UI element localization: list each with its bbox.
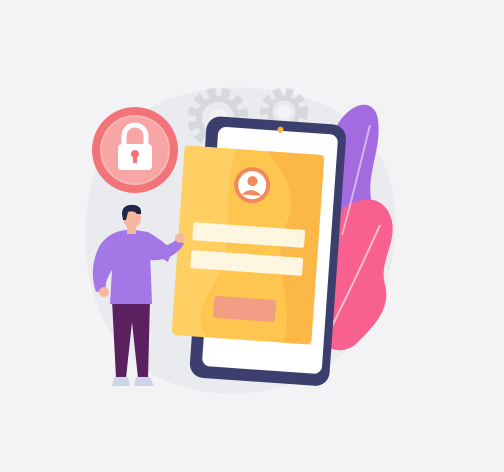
login-card [171,145,325,345]
person-shoe-left [112,377,130,386]
person-hand-raised [175,233,185,243]
login-security-illustration [85,87,396,394]
person-hand-hip [99,287,109,297]
login-button[interactable] [213,295,277,322]
lock-badge [92,107,178,193]
illustration-canvas [0,0,504,472]
person-shoe-right [134,377,154,386]
